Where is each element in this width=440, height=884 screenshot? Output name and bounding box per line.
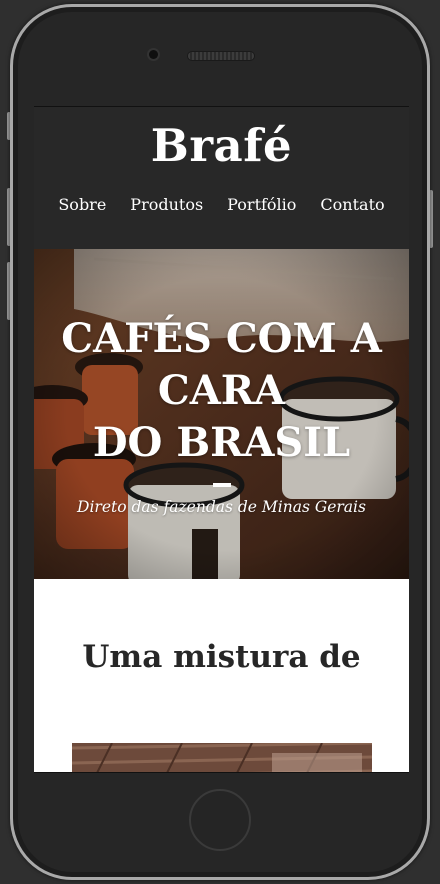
wood-texture-image [71, 743, 372, 772]
hero-title-line-2: DO BRASIL [92, 419, 351, 466]
hero-title-line-1: CAFÉS COM A CARA [61, 315, 382, 414]
brand-logo[interactable]: Brafé [34, 107, 409, 173]
nav-item-portfolio[interactable]: Portfólio [215, 195, 308, 215]
hero-title: CAFÉS COM A CARA DO BRASIL [34, 313, 409, 469]
hero-subtitle: Direto das fazendas de Minas Gerais [77, 498, 366, 516]
site-header: Brafé Sobre Produtos Portfólio Contato [34, 107, 409, 249]
about-section: Uma mistura de [34, 579, 409, 772]
hero-content: CAFÉS COM A CARA DO BRASIL Direto das fa… [34, 313, 409, 517]
main-nav: Sobre Produtos Portfólio Contato [34, 195, 409, 215]
hero-banner: CAFÉS COM A CARA DO BRASIL Direto das fa… [34, 249, 409, 579]
nav-item-contato[interactable]: Contato [308, 195, 396, 215]
nav-item-sobre[interactable]: Sobre [46, 195, 118, 215]
device-stage: Brafé Sobre Produtos Portfólio Contato C… [0, 0, 440, 884]
home-button-icon[interactable] [189, 789, 251, 851]
about-title: Uma mistura de [82, 639, 361, 675]
hero-divider [212, 483, 231, 487]
phone-screen: Brafé Sobre Produtos Portfólio Contato C… [34, 106, 409, 773]
nav-item-produtos[interactable]: Produtos [118, 195, 215, 215]
about-image [71, 743, 372, 772]
front-camera-icon [149, 50, 158, 59]
earpiece-speaker-icon [188, 52, 254, 60]
